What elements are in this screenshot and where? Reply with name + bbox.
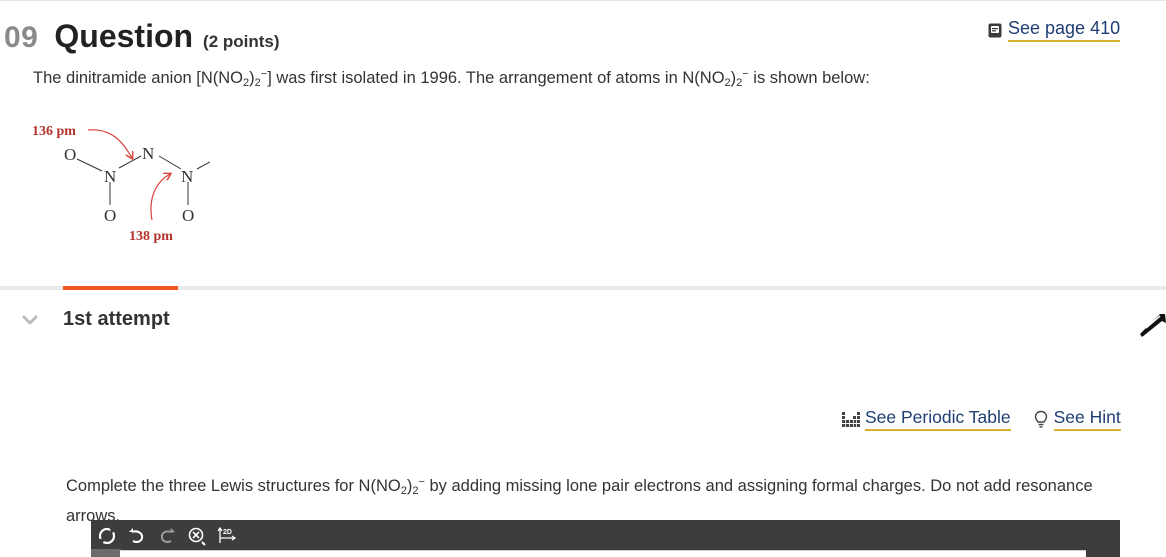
question-header: 09 Question (2 points)	[4, 18, 280, 55]
bond	[196, 161, 210, 170]
2d-clean-button[interactable]: 2D	[217, 526, 237, 546]
bond	[118, 155, 142, 169]
redo-button[interactable]	[157, 526, 177, 546]
see-periodic-table-label[interactable]: See Periodic Table	[865, 407, 1011, 431]
attempt-label: 1st attempt	[63, 308, 170, 330]
atom-n: N	[181, 167, 193, 186]
question-points: (2 points)	[203, 32, 280, 51]
question-title: Question	[54, 18, 194, 54]
see-hint-link[interactable]: See Hint	[1033, 407, 1121, 431]
atom-o: O	[104, 206, 116, 225]
2d-clean-icon: 2D	[217, 526, 237, 543]
undo-button[interactable]	[127, 526, 147, 546]
select-lasso-button[interactable]	[97, 526, 117, 546]
svg-text:2D: 2D	[223, 529, 232, 536]
redo-icon	[160, 528, 175, 543]
label-136pm: 136 pm	[32, 124, 76, 139]
atom-o: O	[64, 145, 76, 164]
see-periodic-table-link[interactable]: See Periodic Table	[842, 407, 1011, 431]
atom-o: O	[182, 206, 194, 225]
zoom-reset-icon	[188, 527, 206, 546]
atom-n: N	[142, 144, 154, 163]
attempt-tab-indicator	[63, 286, 178, 290]
periodic-table-icon	[842, 412, 860, 427]
see-page-link[interactable]: See page 410	[988, 18, 1121, 42]
bond	[76, 158, 103, 172]
tools-bar: See Periodic Table See Hint	[842, 407, 1121, 431]
chevron-down-icon[interactable]	[22, 314, 38, 326]
undo-icon	[129, 528, 144, 543]
zoom-reset-button[interactable]	[187, 526, 207, 546]
book-icon	[988, 23, 1002, 37]
selected-tool-indicator	[91, 549, 121, 557]
bond	[158, 155, 182, 170]
lightbulb-icon	[1034, 410, 1047, 428]
arrow-136pm	[87, 129, 132, 158]
label-138pm: 138 pm	[129, 229, 173, 244]
editor-canvas[interactable]	[120, 550, 1086, 557]
intro-text: The dinitramide anion [N(NO2)2−] was fir…	[33, 68, 870, 89]
dinitramide-structure: 136 pm 138 pm O N N N O O O	[32, 124, 210, 244]
question-number: 09	[4, 21, 39, 54]
atom-n: N	[104, 167, 116, 186]
arrow-138pm	[150, 174, 170, 221]
select-lasso-icon	[98, 527, 116, 545]
see-page-label[interactable]: See page 410	[1008, 18, 1121, 42]
top-rule	[0, 0, 1166, 1]
mouse-cursor-icon	[1140, 314, 1166, 337]
see-hint-label[interactable]: See Hint	[1053, 407, 1121, 431]
